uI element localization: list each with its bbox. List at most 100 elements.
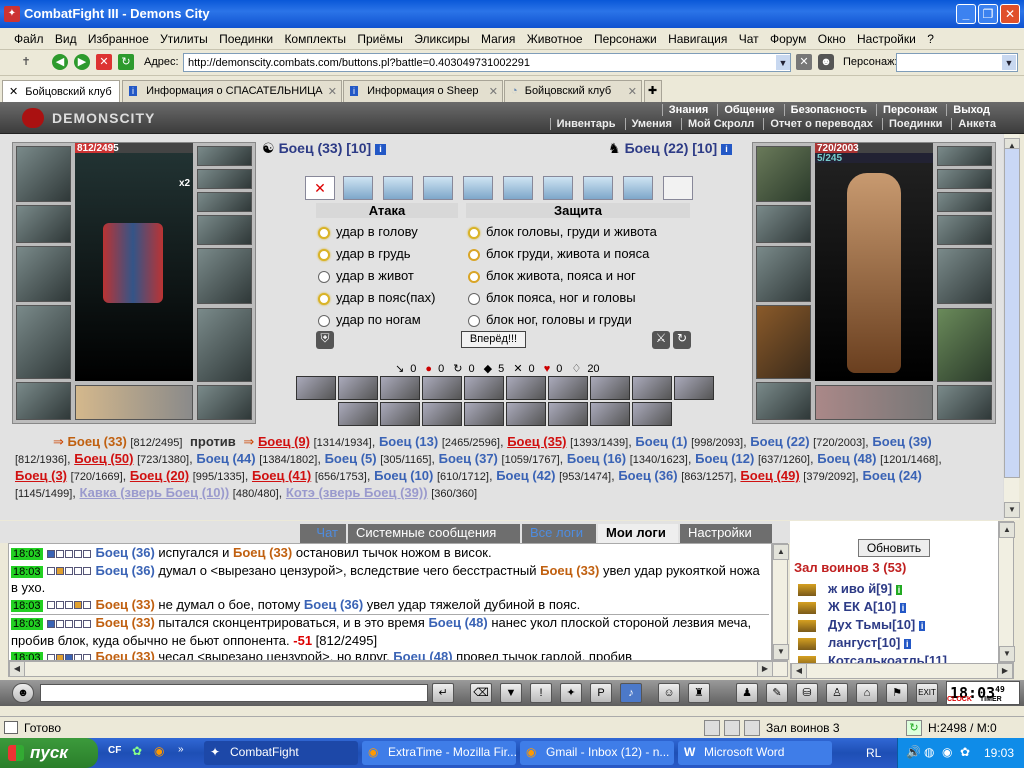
menu-characters[interactable]: Персонажи — [590, 28, 661, 46]
refresh-small-icon[interactable]: ↻ — [906, 720, 922, 736]
scroll-up-icon[interactable]: ▲ — [773, 544, 789, 560]
skill-disabled-icon[interactable]: ✕ — [305, 176, 335, 200]
left-player-name[interactable]: ☯ Боец (33) [10] i — [262, 140, 387, 157]
armor-slot[interactable] — [756, 305, 811, 379]
opponent-name[interactable]: Боец (5) — [325, 451, 377, 466]
radio-icon[interactable] — [468, 270, 480, 283]
log-fighter-name[interactable]: Боец (48) — [393, 649, 452, 660]
log-hscrollbar[interactable]: ◀ ▶ — [8, 661, 788, 677]
opponent-name[interactable]: Боец (22) — [750, 434, 809, 449]
task-firefox[interactable]: ◉ ExtraTime - Mozilla Fir... — [362, 741, 516, 765]
persona-select[interactable] — [896, 53, 1018, 72]
maximize-button[interactable]: ❐ — [978, 4, 998, 24]
home-icon[interactable]: ⌂ — [856, 683, 878, 703]
scroll-left-icon[interactable]: ◀ — [791, 663, 807, 679]
block-head-chest-belly-option[interactable]: блок головы, груди и живота — [468, 224, 657, 244]
language-indicator[interactable]: RL — [866, 746, 881, 760]
opponent-name[interactable]: Боец (36) — [618, 468, 677, 483]
tab-system-messages[interactable]: Системные сообщения — [348, 524, 520, 543]
amulet-slot[interactable] — [197, 146, 252, 166]
menu-chat[interactable]: Чат — [735, 28, 763, 46]
task-gmail[interactable]: ◉ Gmail - Inbox (12) - n... — [520, 741, 674, 765]
technique-slot[interactable] — [674, 376, 714, 400]
opponent-name[interactable]: Боец (49) — [740, 468, 799, 483]
stop-icon[interactable]: ✕ — [96, 54, 112, 70]
link-character[interactable]: Персонаж — [876, 104, 944, 116]
opponent-name[interactable]: Боец (10) — [374, 468, 433, 483]
technique-slot[interactable] — [632, 376, 672, 400]
bag-icon[interactable]: ♙ — [826, 683, 848, 703]
room-member[interactable]: Котсалькоатль[11] — [798, 653, 947, 663]
right-player-name[interactable]: ♞ Боец (22) [10] i — [608, 140, 733, 157]
skill-slot[interactable] — [583, 176, 613, 200]
room-member[interactable]: Дух Тьмы[10] i — [798, 617, 926, 632]
refresh-button[interactable]: Обновить — [858, 539, 930, 557]
menu-help[interactable]: ? — [923, 28, 938, 46]
opponent-name[interactable]: Боец (39) — [872, 434, 931, 449]
boots-slot[interactable] — [197, 385, 252, 420]
start-button[interactable]: пуск — [0, 738, 98, 768]
menu-favorites[interactable]: Избранное — [84, 28, 153, 46]
helmet-slot[interactable] — [756, 146, 811, 202]
opponent-name[interactable]: Боец (12) — [695, 451, 754, 466]
technique-slot[interactable] — [338, 402, 378, 426]
menu-magic[interactable]: Магия — [477, 28, 519, 46]
opponent-name[interactable]: Боец (16) — [567, 451, 626, 466]
menu-animal[interactable]: Животное — [523, 28, 587, 46]
belt-slot[interactable] — [756, 382, 811, 420]
back-icon[interactable]: ◀ — [52, 54, 68, 70]
info-icon[interactable]: i — [375, 143, 387, 155]
pin-icon[interactable]: ✝ — [18, 54, 34, 70]
belt-slot[interactable] — [16, 382, 71, 420]
bracers-slot[interactable] — [756, 205, 811, 243]
technique-slot[interactable] — [422, 376, 462, 400]
scroll-down-icon[interactable]: ▼ — [1004, 502, 1020, 518]
tab-my-logs[interactable]: Мои логи — [598, 524, 678, 543]
quicklaunch-flower-icon[interactable]: ✿ — [132, 744, 142, 758]
menu-tricks[interactable]: Приёмы — [353, 28, 407, 46]
scroll-down-icon[interactable]: ▼ — [773, 644, 789, 660]
shield-slot[interactable] — [937, 248, 992, 304]
radio-icon[interactable] — [468, 292, 480, 305]
link-fights[interactable]: Поединки — [881, 118, 949, 130]
block-belly-belt-legs-option[interactable]: блок живота, пояса и ног — [468, 268, 636, 288]
menu-view[interactable]: Вид — [51, 28, 81, 46]
address-input[interactable] — [183, 53, 791, 72]
opponent-name[interactable]: Кавка (зверь Боец (10)) — [80, 485, 230, 500]
flag-icon[interactable]: ⚑ — [886, 683, 908, 703]
opponent-name[interactable]: Котэ (зверь Боец (39)) — [286, 485, 428, 500]
tab-info-rescuer[interactable]: i Информация о СПАСАТЕЛЬНИЦА ✕ — [122, 80, 342, 102]
attack-groin-option[interactable]: удар в пояс(пах) — [318, 290, 435, 310]
radio-icon[interactable] — [318, 270, 330, 283]
timer-icon[interactable] — [704, 720, 720, 736]
log-scrollbar[interactable]: ▲ ▼ — [772, 543, 789, 661]
refresh-icon[interactable]: ↻ — [118, 54, 134, 70]
attack-chest-option[interactable]: удар в грудь — [318, 246, 411, 266]
opponent-name[interactable]: Боец (24) — [863, 468, 922, 483]
window-titlebar[interactable]: ✦ CombatFight III - Demons City _ ❐ ✕ — [0, 0, 1024, 28]
volume-icon[interactable]: 🔊 — [906, 745, 921, 759]
forward-icon[interactable]: ▶ — [74, 54, 90, 70]
technique-slot[interactable] — [548, 376, 588, 400]
alert-icon[interactable]: ! — [530, 683, 552, 703]
chat-head-icon[interactable]: ☻ — [12, 683, 34, 703]
chat-input[interactable] — [40, 684, 428, 702]
scroll-right-icon[interactable]: ▶ — [997, 663, 1013, 679]
opponent-name[interactable]: Боец (3) — [15, 468, 67, 483]
right-character-image[interactable] — [815, 153, 933, 381]
log-fighter-name[interactable]: Боец (33) — [96, 649, 155, 660]
technique-slot[interactable] — [380, 376, 420, 400]
menu-utilities[interactable]: Утилиты — [156, 28, 212, 46]
screen-icon[interactable] — [744, 720, 760, 736]
radio-icon[interactable] — [468, 314, 480, 327]
attack-belly-option[interactable]: удар в живот — [318, 268, 414, 288]
room-member[interactable]: Ж ЕК А[10] i — [798, 599, 907, 614]
exit-icon[interactable]: EXIT — [916, 683, 938, 703]
technique-slot[interactable] — [296, 376, 336, 400]
refresh-battle-icon[interactable]: ↻ — [673, 331, 691, 349]
link-transfer-report[interactable]: Отчет о переводах — [763, 118, 879, 130]
scroll-up-icon[interactable]: ▲ — [999, 522, 1015, 538]
block-chest-belly-belt-option[interactable]: блок груди, живота и пояса — [468, 246, 649, 266]
tab-settings[interactable]: Настройки — [680, 524, 772, 543]
radio-icon[interactable] — [318, 248, 330, 261]
